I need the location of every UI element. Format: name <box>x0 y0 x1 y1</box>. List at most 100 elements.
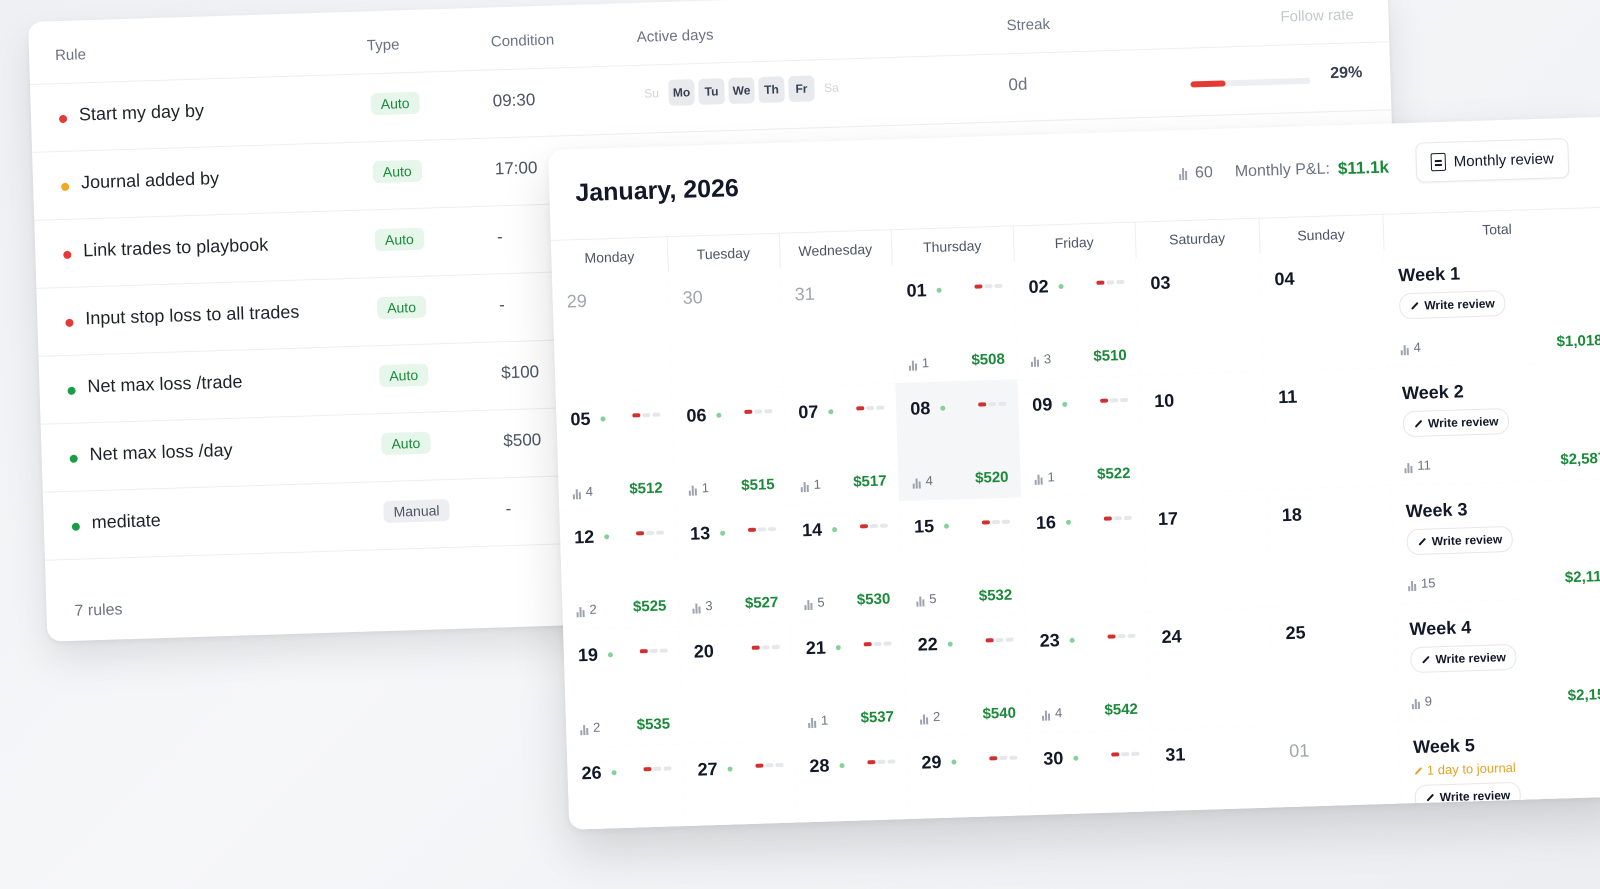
calendar-day-cell[interactable]: 01 <box>1274 721 1404 830</box>
col-header-follow-rate[interactable]: Follow rate <box>1280 6 1354 25</box>
calendar-day-cell[interactable]: 11 <box>1263 367 1392 491</box>
rule-condition: 09:30 <box>492 90 536 111</box>
calendar-day-cell[interactable]: 261$544 <box>566 744 688 830</box>
rule-progress-mini <box>856 405 885 411</box>
write-review-button[interactable]: Write review <box>1398 289 1507 320</box>
rule-progress-mini <box>981 519 1010 525</box>
calendar-day-cell[interactable]: 13 3 $527 <box>675 504 792 628</box>
pencil-icon <box>1414 419 1423 428</box>
bar-chart-icon <box>688 483 697 496</box>
status-dot <box>58 114 68 124</box>
calendar-day-cell[interactable]: 01 1 $508 <box>891 261 1019 385</box>
rule-progress-mini <box>1100 397 1129 403</box>
status-dot <box>71 522 81 531</box>
calendar-day-cell[interactable]: 29 <box>551 272 673 395</box>
calendar-day-cell[interactable]: 29 6 $552 <box>906 733 1034 830</box>
day-number: 29 <box>566 290 588 312</box>
calendar-day-cell[interactable]: 281$549 <box>794 736 912 830</box>
day-number: 23 <box>1039 630 1060 651</box>
write-review-button[interactable]: Write review <box>1406 525 1514 556</box>
journal-status-dot <box>720 530 726 536</box>
journal-status-dot <box>828 409 834 415</box>
calendar-day-cell[interactable]: 24 <box>1146 607 1276 731</box>
calendar-day-cell[interactable]: 30 <box>667 268 785 392</box>
bar-chart-icon <box>916 594 925 607</box>
day-chip[interactable]: Fr <box>788 75 815 103</box>
calendar-day-cell[interactable]: 12 2 $525 <box>559 508 681 631</box>
monthly-review-button[interactable]: Monthly review <box>1415 137 1570 183</box>
day-number: 12 <box>573 526 595 548</box>
calendar-day-cell[interactable]: 30 6 $554 <box>1028 729 1156 830</box>
calendar-day-cell[interactable]: 03 <box>1135 253 1265 377</box>
calendar-day-cell[interactable]: 25 <box>1270 603 1400 727</box>
journal-status-dot <box>947 641 953 647</box>
rule-progress-mini <box>859 523 889 529</box>
calendar-day-cell[interactable]: 07 1 $517 <box>783 383 901 506</box>
day-number: 03 <box>1150 272 1171 294</box>
calendar-day-cell[interactable]: 14 5 $530 <box>787 501 904 624</box>
calendar-day-cell[interactable]: 23 4 $542 <box>1024 611 1152 735</box>
trade-count: 1 <box>808 712 829 729</box>
status-dot <box>61 182 70 192</box>
write-review-button[interactable]: Write review <box>1410 643 1518 674</box>
day-pnl: $542 <box>1104 700 1139 719</box>
col-header-type[interactable]: Type <box>367 36 400 54</box>
calendar-day-cell[interactable]: 16 <box>1021 493 1148 617</box>
calendar-day-cell[interactable]: 31 <box>779 265 897 388</box>
status-dot <box>63 250 72 260</box>
calendar-day-cell[interactable]: 17 <box>1143 489 1272 613</box>
calendar-day-cell[interactable]: 05 4 $512 <box>555 390 677 513</box>
rule-progress-mini <box>1096 279 1125 285</box>
calendar-day-cell[interactable]: 06 1 $515 <box>671 386 789 510</box>
day-number: 13 <box>689 523 711 544</box>
journal-status-dot <box>1069 637 1075 643</box>
calendar-day-cell[interactable]: 15 5 $532 <box>899 497 1026 621</box>
write-review-button[interactable]: Write review <box>1414 781 1522 812</box>
calendar-day-cell[interactable]: 19 2 $535 <box>563 626 684 749</box>
calendar-day-cell[interactable]: 31 1 $505 <box>1150 725 1280 830</box>
rule-progress-mini <box>751 644 780 650</box>
col-header-condition[interactable]: Condition <box>491 31 555 50</box>
week-total-cell: Week 3 Write review 15 $2,114 <box>1390 478 1600 605</box>
day-pnl: $520 <box>974 468 1009 487</box>
day-chip[interactable]: Th <box>758 76 785 104</box>
rule-type-badge: Auto <box>372 159 423 184</box>
write-review-button[interactable]: Write review <box>1402 407 1510 438</box>
active-days: Su Mo Tu We Th Fr Sa <box>638 74 845 106</box>
calendar-day-cell[interactable]: 22 2 $540 <box>902 615 1030 739</box>
day-chip[interactable]: Sa <box>818 74 845 101</box>
day-chip[interactable]: Su <box>638 80 665 107</box>
week-pnl: $1,018 <box>1556 331 1600 351</box>
day-chip[interactable]: We <box>728 77 755 105</box>
calendar-day-cell[interactable]: 02 3 $510 <box>1013 257 1141 381</box>
day-pnl: $512 <box>629 479 663 498</box>
week-label: Week 3 <box>1405 499 1468 522</box>
col-header-rule[interactable]: Rule <box>55 46 86 64</box>
calendar-day-cell[interactable]: 21 1 $537 <box>790 619 908 742</box>
calendar-day-cell[interactable]: 20 <box>679 622 796 746</box>
day-pnl: $525 <box>632 597 667 616</box>
status-dot <box>67 386 76 395</box>
col-header-active-days[interactable]: Active days <box>637 26 714 45</box>
day-chip[interactable]: Mo <box>668 79 695 106</box>
week-pnl: $3,252 <box>1571 803 1600 823</box>
day-number: 21 <box>805 637 827 659</box>
col-header-streak[interactable]: Streak <box>1006 16 1050 34</box>
rule-type-badge: Auto <box>376 295 427 320</box>
calendar-day-cell[interactable]: 10 <box>1139 371 1269 495</box>
day-number: 01 <box>1288 740 1310 762</box>
rule-name: Link trades to playbook <box>82 234 269 261</box>
calendar-day-cell[interactable]: 08 4 $520 <box>895 379 1023 503</box>
day-number: 31 <box>794 283 815 305</box>
calendar-day-cell[interactable]: 04 <box>1259 249 1389 373</box>
trade-count: 1 <box>908 355 929 371</box>
calendar-day-cell[interactable]: 09 1 $522 <box>1017 375 1145 499</box>
trade-count: 2 <box>920 709 940 725</box>
journal-warning[interactable]: 1 day to journal <box>1414 760 1516 778</box>
bar-chart-icon <box>1042 709 1051 721</box>
trade-count: 4 <box>912 473 933 489</box>
trade-count: 3 <box>1030 351 1051 367</box>
calendar-day-cell[interactable]: 276$547 <box>682 740 800 830</box>
calendar-day-cell[interactable]: 18 <box>1267 485 1396 609</box>
day-chip[interactable]: Tu <box>698 78 725 105</box>
